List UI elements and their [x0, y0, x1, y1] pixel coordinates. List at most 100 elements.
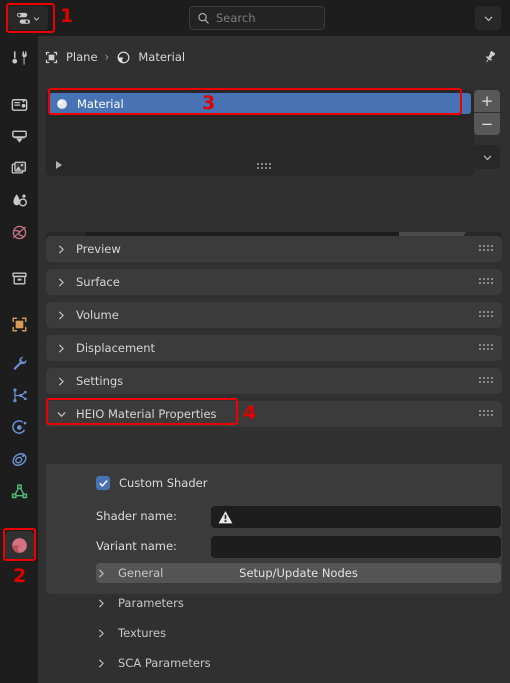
material-sphere-icon — [57, 98, 67, 109]
sidebar-item-scene[interactable] — [5, 186, 34, 215]
shader-name-label: Shader name: — [96, 509, 177, 523]
printer-icon — [12, 130, 27, 143]
material-slot-menu-button[interactable] — [474, 145, 500, 169]
custom-shader-checkbox[interactable] — [96, 476, 110, 490]
annotation-number-4: 4 — [243, 402, 257, 424]
subpanel-header-parameters[interactable]: Parameters — [46, 588, 502, 618]
breadcrumb-separator: › — [104, 50, 110, 64]
wrench-icon — [13, 356, 27, 370]
material-slot-list-footer — [46, 156, 474, 176]
search-placeholder: Search — [216, 11, 256, 25]
properties-main-area: Plane › Material Material + − Preview Su… — [38, 36, 510, 683]
panel-label: Surface — [76, 275, 120, 289]
chevron-right-icon — [59, 311, 64, 319]
panel-header-displacement[interactable]: Displacement — [46, 335, 502, 361]
subpanel-label: General — [118, 566, 164, 580]
grip-dots-icon[interactable] — [479, 410, 493, 416]
camera-back-icon — [11, 99, 28, 111]
panel-label: Settings — [76, 374, 124, 388]
panel-header-volume[interactable]: Volume — [46, 302, 502, 328]
subpanel-header-textures[interactable]: Textures — [46, 618, 502, 648]
grip-dots-icon[interactable] — [479, 377, 493, 383]
chevron-right-icon — [59, 278, 64, 286]
material-slot-list[interactable]: Material — [46, 90, 474, 176]
custom-shader-row: Custom Shader — [96, 476, 207, 490]
chevron-right-icon — [99, 659, 104, 667]
chevron-down-icon — [484, 16, 492, 21]
editor-type-button[interactable] — [8, 6, 48, 30]
physics-orbit-icon — [12, 420, 27, 434]
collection-box-icon — [12, 272, 27, 285]
chevron-right-icon — [59, 377, 64, 385]
search-icon — [198, 12, 209, 24]
material-slot-row[interactable]: Material — [49, 93, 471, 114]
breadcrumb: Plane › Material — [44, 46, 185, 68]
sidebar-item-modifiers[interactable] — [5, 349, 34, 378]
subpanel-label: Parameters — [118, 596, 184, 610]
pin-icon — [486, 51, 496, 63]
panel-label: Volume — [76, 308, 119, 322]
mesh-data-icon — [11, 484, 28, 499]
editor-header: Search — [0, 0, 510, 36]
grip-dots-icon[interactable] — [479, 311, 493, 317]
chevron-right-icon — [99, 569, 104, 577]
panel-label: Preview — [76, 242, 121, 256]
object-square-icon — [12, 317, 27, 332]
sidebar-item-collection[interactable] — [5, 264, 34, 293]
subpanel-label: Textures — [118, 626, 167, 640]
blender-properties-editor: Search Plane › Material Material + − Pre… — [0, 0, 510, 683]
variant-name-label: Variant name: — [96, 539, 177, 553]
sidebar-item-particles[interactable] — [5, 381, 34, 410]
tool-icon — [12, 51, 28, 65]
panel-header-preview[interactable]: Preview — [46, 236, 502, 262]
custom-shader-label: Custom Shader — [119, 476, 208, 490]
breadcrumb-object-label[interactable]: Plane — [66, 50, 98, 64]
grip-dots-icon[interactable] — [479, 344, 493, 350]
subpanel-header-general[interactable]: General — [46, 558, 502, 588]
particles-icon — [13, 388, 27, 403]
sidebar-item-output[interactable] — [5, 122, 34, 151]
grip-dots-icon[interactable] — [257, 163, 271, 169]
chevron-right-icon — [59, 344, 64, 352]
variant-name-input[interactable] — [211, 536, 501, 558]
breadcrumb-material-label[interactable]: Material — [138, 50, 185, 64]
grip-dots-icon[interactable] — [479, 245, 493, 251]
annotation-number-1: 1 — [60, 5, 74, 27]
world-globe-icon — [12, 225, 27, 240]
editor-options-button[interactable] — [475, 6, 501, 30]
pin-id-button[interactable] — [480, 47, 500, 67]
sidebar-item-physics[interactable] — [5, 413, 34, 442]
panel-header-settings[interactable]: Settings — [46, 368, 502, 394]
grip-dots-icon[interactable] — [479, 278, 493, 284]
triangle-right-icon[interactable] — [56, 161, 62, 169]
warning-triangle-icon — [218, 510, 233, 523]
chevron-right-icon — [59, 245, 64, 253]
shader-name-input[interactable] — [211, 506, 501, 528]
constraint-icon — [12, 453, 27, 466]
subpanel-label: SCA Parameters — [118, 656, 211, 670]
remove-material-slot-button[interactable]: − — [474, 113, 500, 135]
heio-material-properties-header[interactable]: HEIO Material Properties — [46, 401, 502, 427]
panel-header-surface[interactable]: Surface — [46, 269, 502, 295]
chevron-right-icon — [99, 629, 104, 637]
material-sphere-icon — [12, 538, 27, 553]
sidebar-item-view-layer[interactable] — [5, 154, 34, 183]
sidebar-item-tool[interactable] — [5, 44, 34, 73]
panel-label: Displacement — [76, 341, 156, 355]
sidebar-item-material[interactable] — [5, 531, 34, 560]
images-icon — [11, 161, 27, 174]
annotation-number-3: 3 — [202, 92, 216, 114]
sidebar-item-world[interactable] — [5, 218, 34, 247]
search-input[interactable]: Search — [189, 6, 325, 30]
sidebar-item-object-data[interactable] — [5, 477, 34, 506]
shader-name-row: Shader name: — [96, 506, 501, 528]
material-slot-controls: + − — [474, 90, 500, 169]
sidebar-item-constraints[interactable] — [5, 445, 34, 474]
sidebar-item-render[interactable] — [5, 90, 34, 119]
subpanel-header-sca-parameters[interactable]: SCA Parameters — [46, 648, 502, 678]
add-material-slot-button[interactable]: + — [474, 90, 500, 112]
chevron-right-icon — [99, 599, 104, 607]
material-sphere-icon — [117, 51, 130, 63]
properties-editor-icon — [16, 12, 30, 24]
sidebar-item-object[interactable] — [5, 310, 34, 339]
